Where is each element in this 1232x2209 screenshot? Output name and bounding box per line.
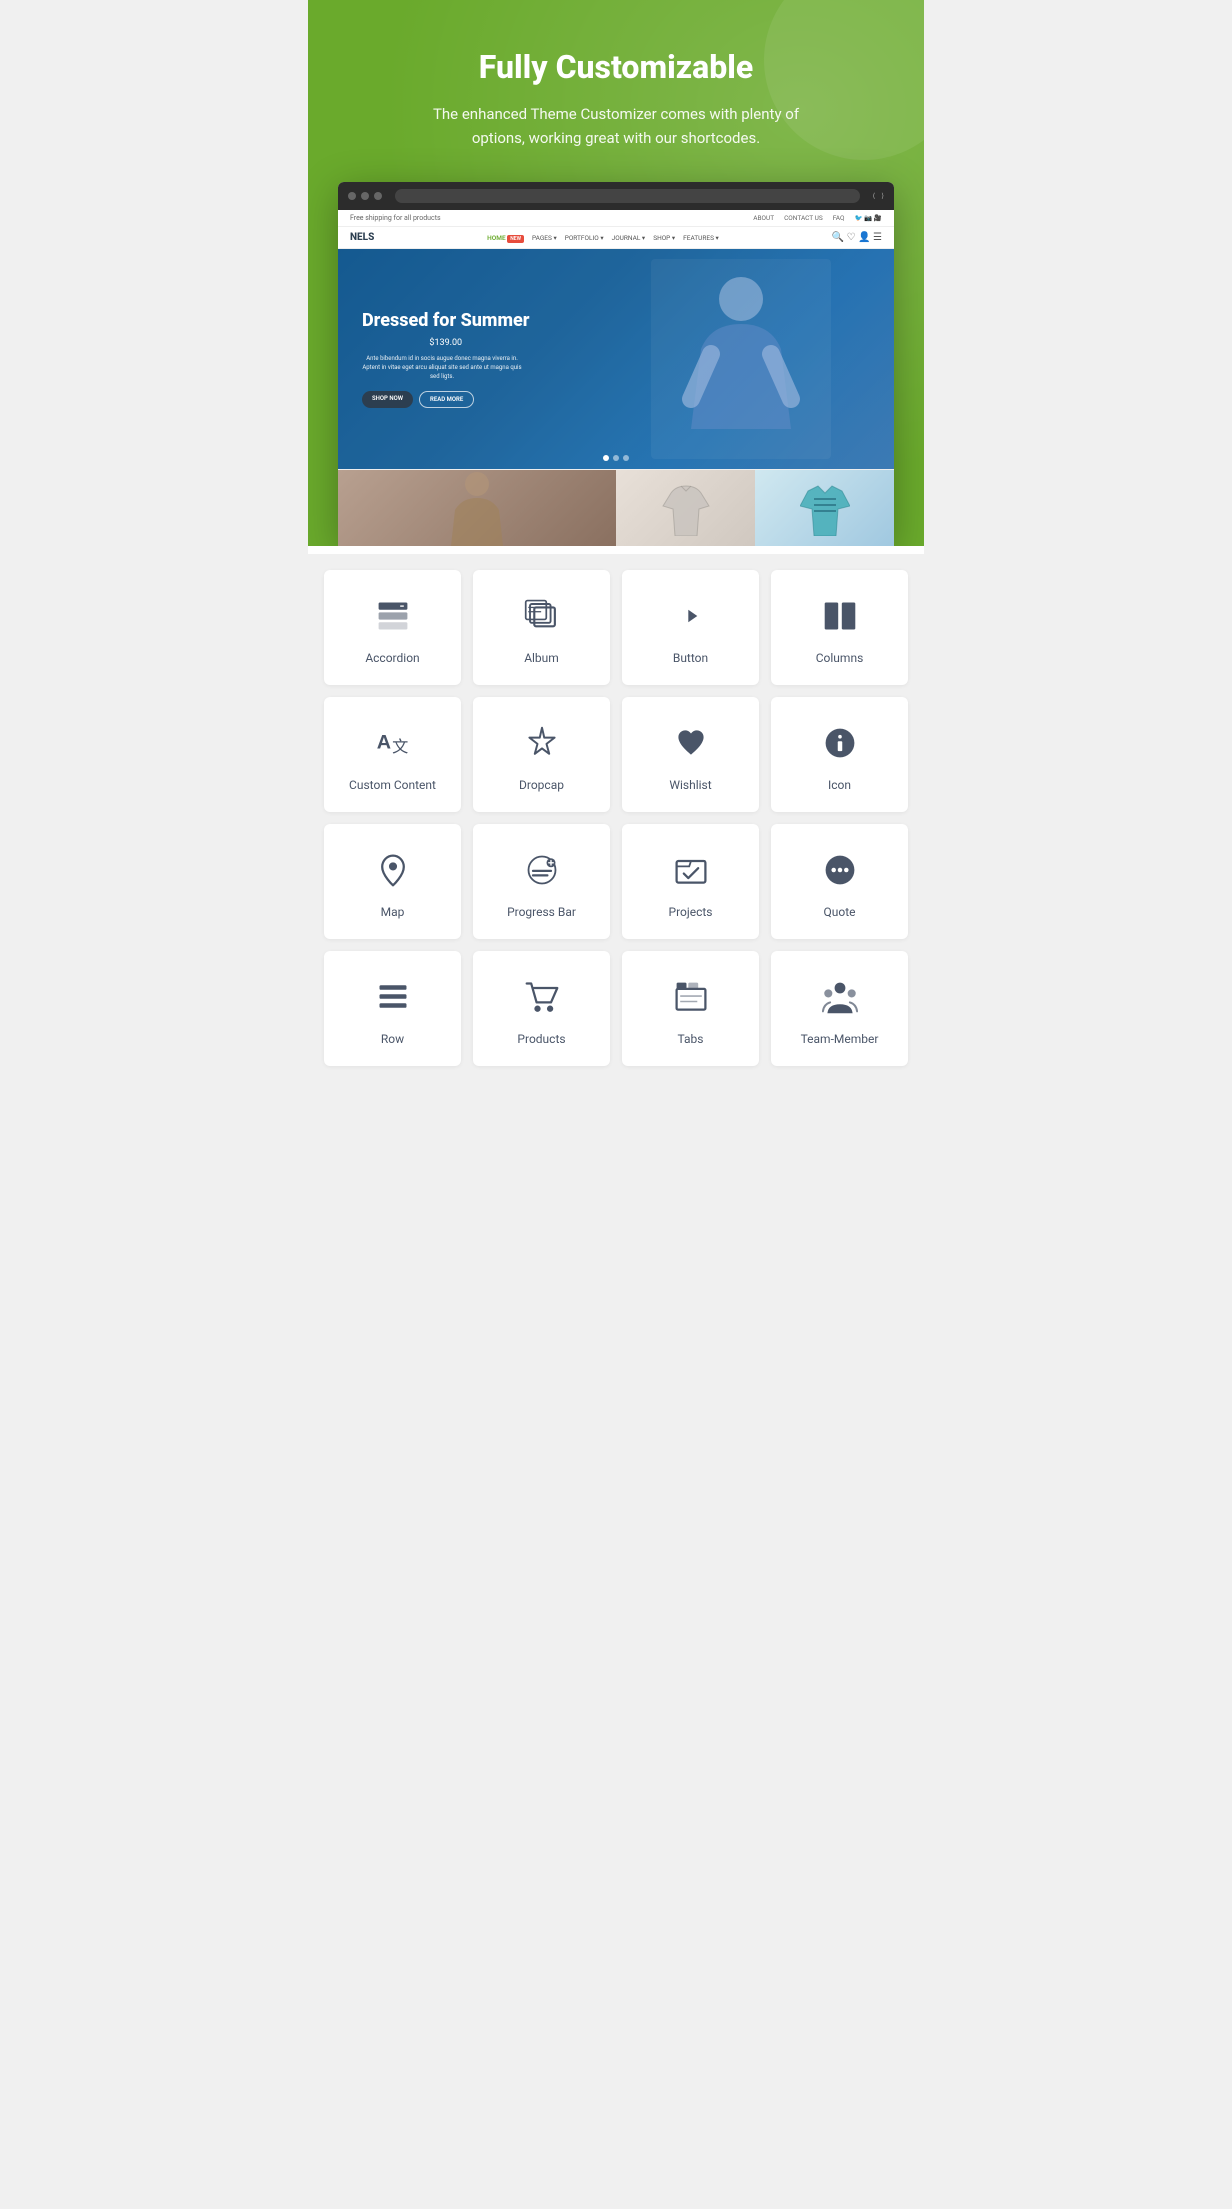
projects-label: Projects	[669, 905, 713, 919]
row-label: Row	[381, 1032, 404, 1046]
feature-card-wishlist[interactable]: Wishlist	[622, 697, 759, 812]
mockup-shop-btn: SHOP NOW	[362, 391, 413, 408]
dropcap-label: Dropcap	[519, 778, 564, 792]
browser-address-bar	[395, 189, 860, 203]
browser-dot-green	[374, 192, 382, 200]
mockup-logo: NELS	[350, 232, 374, 243]
feature-card-button[interactable]: Button	[622, 570, 759, 685]
mockup-nav-pages: PAGES ▾	[532, 234, 557, 242]
quote-icon	[822, 852, 858, 893]
person-silhouette-svg	[447, 470, 507, 546]
feature-card-products[interactable]: Products	[473, 951, 610, 1066]
browser-bar: ⟨⟩	[338, 182, 894, 210]
mockup-hero-buttons: SHOP NOW READ MORE	[362, 391, 530, 408]
mockup-nav-portfolio: PORTFOLIO ▾	[565, 234, 604, 242]
mockup-hero-slide: Dressed for Summer $139.00 Ante bibendum…	[338, 249, 894, 469]
album-icon	[524, 598, 560, 639]
hero-person-svg	[681, 269, 801, 449]
button-icon	[673, 598, 709, 639]
columns-label: Columns	[816, 651, 864, 665]
browser-dot-red	[348, 192, 356, 200]
white-gap	[308, 546, 924, 554]
custom-content-label: Custom Content	[349, 778, 436, 792]
mockup-icons: 🔍 ♡ 👤 ☰	[832, 232, 882, 243]
hoodie-svg	[661, 481, 711, 536]
wishlist-icon	[673, 725, 709, 766]
hero-section: Fully Customizable The enhanced Theme Cu…	[308, 0, 924, 546]
mockup-about: ABOUT	[753, 214, 774, 222]
team-member-icon	[822, 979, 858, 1020]
custom-content-icon: A 文	[375, 725, 411, 766]
mockup-nav-journal: JOURNAL ▾	[612, 234, 646, 242]
mockup-product-hoodie	[616, 470, 755, 546]
hero-title: Fully Customizable	[348, 48, 884, 86]
feature-card-columns[interactable]: Columns	[771, 570, 908, 685]
mockup-products-strip	[338, 469, 894, 546]
mockup-nav-home: HOME NEW	[487, 234, 524, 242]
feature-card-album[interactable]: Album	[473, 570, 610, 685]
mockup-nav-shop: SHOP ▾	[653, 234, 675, 242]
mockup-hero-price: $139.00	[362, 338, 530, 348]
browser-nav-actions: ⟨⟩	[873, 192, 884, 200]
svg-text:A: A	[376, 731, 390, 753]
row-icon	[375, 979, 411, 1020]
mockup-product-person	[338, 470, 616, 546]
album-label: Album	[524, 651, 559, 665]
projects-icon	[673, 852, 709, 893]
hero-subtitle: The enhanced Theme Customizer comes with…	[426, 102, 806, 150]
mockup-hero-title: Dressed for Summer	[362, 310, 530, 332]
mockup-hero-figure	[588, 249, 894, 469]
progress-bar-label: Progress Bar	[507, 905, 576, 919]
tabs-label: Tabs	[678, 1032, 704, 1046]
tabs-icon	[673, 979, 709, 1020]
feature-card-map[interactable]: Map	[324, 824, 461, 939]
map-label: Map	[381, 905, 405, 919]
feature-card-team-member[interactable]: Team-Member	[771, 951, 908, 1066]
mockup-shipping: Free shipping for all products	[350, 214, 441, 222]
team-member-label: Team-Member	[801, 1032, 879, 1046]
mockup-nav: HOME NEW PAGES ▾ PORTFOLIO ▾ JOURNAL ▾ S…	[487, 234, 719, 242]
map-icon	[375, 852, 411, 893]
icon-label: Icon	[828, 778, 851, 792]
slide-dot-3	[623, 455, 629, 461]
products-label: Products	[517, 1032, 565, 1046]
feature-card-dropcap[interactable]: Dropcap	[473, 697, 610, 812]
features-grid: Accordion Album Button Columns A 文 Custo…	[324, 570, 908, 1066]
feature-card-row[interactable]: Row	[324, 951, 461, 1066]
slide-dot-1	[603, 455, 609, 461]
feature-card-quote[interactable]: Quote	[771, 824, 908, 939]
mockup-hero-desc: Ante bibendum id in socis augue donec ma…	[362, 354, 522, 381]
feature-card-icon[interactable]: Icon	[771, 697, 908, 812]
feature-card-projects[interactable]: Projects	[622, 824, 759, 939]
mockup-read-btn: READ MORE	[419, 391, 474, 408]
mockup-contact: CONTACT US	[784, 214, 823, 222]
browser-dot-yellow	[361, 192, 369, 200]
shirt-svg	[800, 481, 850, 536]
mockup-product-shirt	[755, 470, 894, 546]
mockup-nav-bar: NELS HOME NEW PAGES ▾ PORTFOLIO ▾ JOURNA…	[338, 227, 894, 249]
quote-label: Quote	[823, 905, 855, 919]
feature-card-accordion[interactable]: Accordion	[324, 570, 461, 685]
button-label: Button	[673, 651, 708, 665]
wishlist-label: Wishlist	[669, 778, 711, 792]
features-grid-section: Accordion Album Button Columns A 文 Custo…	[308, 554, 924, 1082]
accordion-label: Accordion	[365, 651, 419, 665]
columns-icon	[822, 598, 858, 639]
accordion-icon	[375, 598, 411, 639]
products-icon	[524, 979, 560, 1020]
dropcap-icon	[524, 725, 560, 766]
mockup-hero-content: Dressed for Summer $139.00 Ante bibendum…	[338, 290, 554, 428]
mockup-nav-features: FEATURES ▾	[683, 234, 719, 242]
mockup-slide-dots	[603, 455, 629, 461]
browser-mockup: ⟨⟩ Free shipping for all products ABOUT …	[338, 182, 894, 546]
svg-text:文: 文	[392, 738, 408, 756]
feature-card-custom-content[interactable]: A 文 Custom Content	[324, 697, 461, 812]
mockup-faq: FAQ	[833, 214, 845, 222]
slide-dot-2	[613, 455, 619, 461]
icon-icon	[822, 725, 858, 766]
mockup-header: Free shipping for all products ABOUT CON…	[338, 210, 894, 227]
progress-bar-icon	[524, 852, 560, 893]
feature-card-progress-bar[interactable]: Progress Bar	[473, 824, 610, 939]
feature-card-tabs[interactable]: Tabs	[622, 951, 759, 1066]
